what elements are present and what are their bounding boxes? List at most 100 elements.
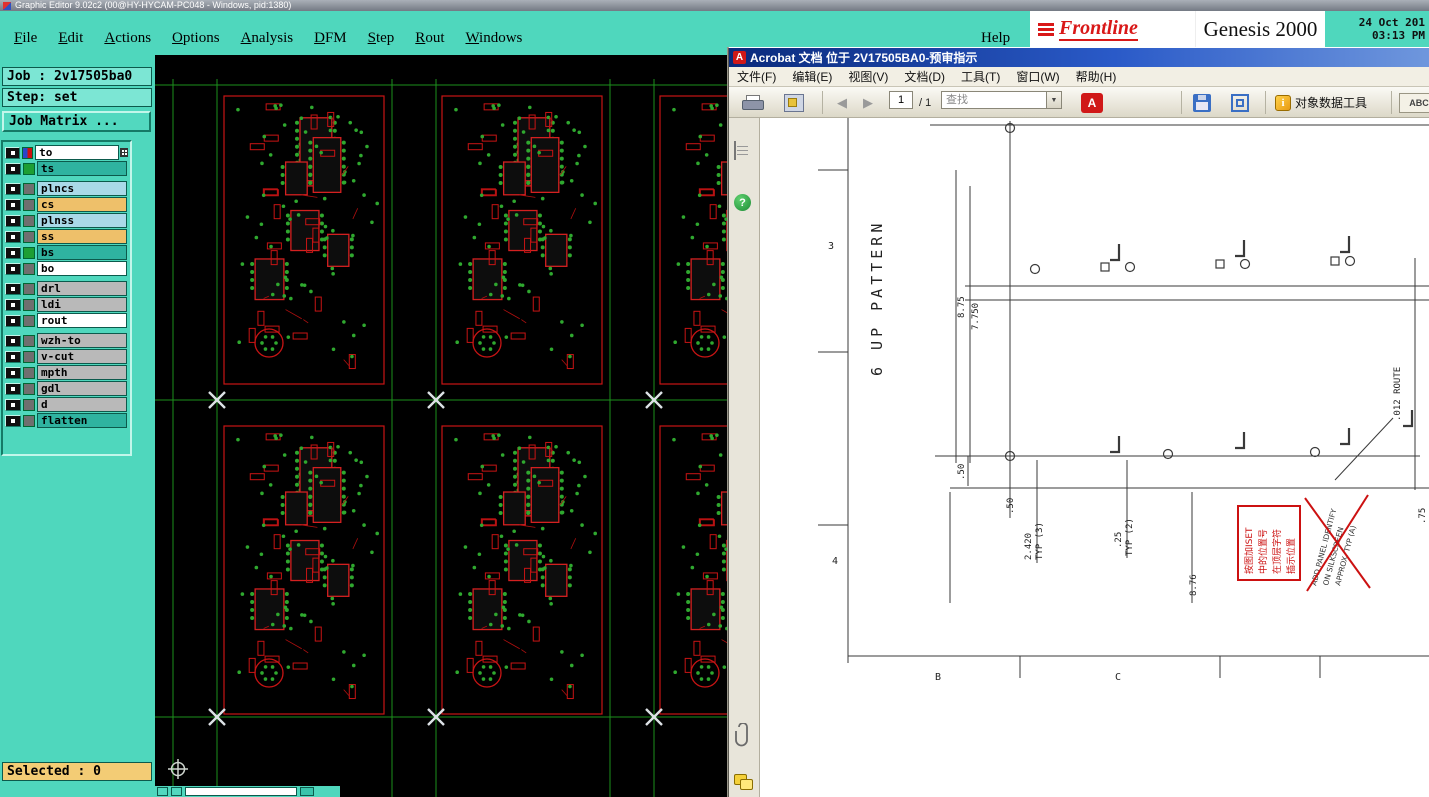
acrobat-title-bar[interactable]: A Acrobat 文档 位于 2V17505BA0-预审指示 bbox=[729, 48, 1429, 67]
layer-color-chip[interactable] bbox=[23, 414, 35, 427]
page-total-label: / 1 bbox=[919, 96, 932, 109]
acrobat-menu-f[interactable]: 文件(F) bbox=[729, 67, 784, 87]
acrobat-menu-v[interactable]: 视图(V) bbox=[840, 67, 896, 87]
layer-name-ts[interactable]: ts bbox=[37, 161, 127, 176]
layer-color-chip[interactable] bbox=[23, 198, 35, 211]
layer-visibility-toggle[interactable] bbox=[5, 198, 21, 211]
acrobat-tools-button[interactable]: A bbox=[1081, 91, 1103, 114]
genesis-menu-rout[interactable]: Rout bbox=[415, 30, 444, 47]
matrix-mini-icon[interactable] bbox=[119, 148, 128, 157]
print-button[interactable] bbox=[741, 91, 765, 114]
layer-color-chip[interactable] bbox=[23, 398, 35, 411]
layer-name-wzh-to[interactable]: wzh-to bbox=[37, 333, 127, 348]
layer-name-ldi[interactable]: ldi bbox=[37, 297, 127, 312]
layer-visibility-toggle[interactable] bbox=[5, 398, 21, 411]
layer-matrix-list: to ts plncs cs plnss ss bs bo drl ldi rout wzh-to v-… bbox=[1, 140, 132, 456]
layer-name-gdl[interactable]: gdl bbox=[37, 381, 127, 396]
genesis-menu-edit[interactable]: Edit bbox=[58, 30, 83, 47]
layer-visibility-toggle[interactable] bbox=[5, 282, 21, 295]
layer-visibility-toggle[interactable] bbox=[5, 246, 21, 259]
layer-color-chip[interactable] bbox=[23, 230, 35, 243]
layer-row-drl: drl bbox=[5, 281, 128, 296]
status-toggle-b[interactable] bbox=[171, 787, 182, 796]
acrobat-menu-w[interactable]: 窗口(W) bbox=[1008, 67, 1067, 87]
layer-color-chip[interactable] bbox=[23, 246, 35, 259]
next-page-button[interactable]: ▶ bbox=[857, 91, 879, 114]
genesis-menu-file[interactable]: File bbox=[14, 30, 37, 47]
job-matrix-button[interactable]: Job Matrix ... bbox=[2, 111, 151, 132]
genesis-menu-step[interactable]: Step bbox=[368, 30, 395, 47]
layer-color-chip[interactable] bbox=[21, 146, 34, 159]
layer-visibility-toggle[interactable] bbox=[5, 414, 21, 427]
acrobat-menu-d[interactable]: 文档(D) bbox=[896, 67, 953, 87]
genesis-product-name: Genesis 2000 bbox=[1196, 11, 1325, 47]
genesis-title-bar[interactable]: Graphic Editor 9.02c2 (00@HY-HYCAM-PC048… bbox=[0, 0, 1429, 11]
layer-name-flatten[interactable]: flatten bbox=[37, 413, 127, 428]
layer-visibility-toggle[interactable] bbox=[5, 214, 21, 227]
layer-color-chip[interactable] bbox=[23, 314, 35, 327]
layer-color-chip[interactable] bbox=[23, 214, 35, 227]
layer-color-chip[interactable] bbox=[23, 162, 35, 175]
find-input[interactable] bbox=[941, 91, 1047, 109]
layer-color-chip[interactable] bbox=[23, 366, 35, 379]
genesis-menu-actions[interactable]: Actions bbox=[104, 30, 151, 47]
layer-visibility-toggle[interactable] bbox=[5, 350, 21, 363]
layer-name-mpth[interactable]: mpth bbox=[37, 365, 127, 380]
layer-color-chip[interactable] bbox=[23, 382, 35, 395]
pages-panel-button[interactable] bbox=[734, 141, 748, 160]
fullscreen-button[interactable] bbox=[1231, 91, 1249, 114]
status-input[interactable] bbox=[185, 787, 297, 796]
layer-color-chip[interactable] bbox=[23, 262, 35, 275]
status-button[interactable] bbox=[300, 787, 314, 796]
layer-color-chip[interactable] bbox=[23, 182, 35, 195]
layer-name-ss[interactable]: ss bbox=[37, 229, 127, 244]
acrobat-menu-h[interactable]: 帮助(H) bbox=[1068, 67, 1125, 87]
layer-visibility-toggle[interactable] bbox=[5, 162, 21, 175]
layer-visibility-toggle[interactable] bbox=[5, 262, 21, 275]
layer-row-wzh-to: wzh-to bbox=[5, 333, 128, 348]
genesis-menu-windows[interactable]: Windows bbox=[465, 30, 522, 47]
layer-color-chip[interactable] bbox=[23, 298, 35, 311]
layer-visibility-toggle[interactable] bbox=[5, 382, 21, 395]
help-button[interactable]: ? bbox=[734, 194, 751, 211]
layer-name-plncs[interactable]: plncs bbox=[37, 181, 127, 196]
layer-row-flatten: flatten bbox=[5, 413, 128, 428]
layer-name-plnss[interactable]: plnss bbox=[37, 213, 127, 228]
save-button[interactable] bbox=[1193, 91, 1211, 114]
acrobat-menu-t[interactable]: 工具(T) bbox=[953, 67, 1008, 87]
genesis-menu-options[interactable]: Options bbox=[172, 30, 220, 47]
page-number-input[interactable] bbox=[889, 91, 913, 109]
layer-name-d[interactable]: d bbox=[37, 397, 127, 412]
object-data-tool-button[interactable]: i 对象数据工具 bbox=[1275, 91, 1367, 114]
layer-name-bo[interactable]: bo bbox=[37, 261, 127, 276]
genesis-canvas[interactable] bbox=[155, 55, 728, 797]
layer-visibility-toggle[interactable] bbox=[5, 314, 21, 327]
save-disk-icon bbox=[1193, 93, 1211, 112]
layer-name-bs[interactable]: bs bbox=[37, 245, 127, 260]
layer-visibility-toggle[interactable] bbox=[5, 366, 21, 379]
status-toggle-a[interactable] bbox=[157, 787, 168, 796]
genesis-menu-dfm[interactable]: DFM bbox=[314, 30, 347, 47]
layer-visibility-toggle[interactable] bbox=[5, 334, 21, 347]
layer-name-to[interactable]: to bbox=[35, 145, 119, 160]
layer-name-cs[interactable]: cs bbox=[37, 197, 127, 212]
export-button[interactable] bbox=[784, 91, 804, 114]
acrobat-menu-e[interactable]: 编辑(E) bbox=[784, 67, 840, 87]
previous-page-button[interactable]: ◀ bbox=[831, 91, 853, 114]
layer-color-chip[interactable] bbox=[23, 350, 35, 363]
layer-visibility-toggle[interactable] bbox=[5, 230, 21, 243]
attachments-panel-button[interactable] bbox=[734, 722, 752, 752]
layer-name-rout[interactable]: rout bbox=[37, 313, 127, 328]
layer-visibility-toggle[interactable] bbox=[5, 146, 20, 159]
layer-color-chip[interactable] bbox=[23, 334, 35, 347]
layer-name-v-cut[interactable]: v-cut bbox=[37, 349, 127, 364]
genesis-menu-analysis[interactable]: Analysis bbox=[241, 30, 294, 47]
chevron-down-icon: ▼ bbox=[1050, 96, 1058, 104]
find-dropdown-button[interactable]: ▼ bbox=[1047, 91, 1062, 109]
layer-color-chip[interactable] bbox=[23, 282, 35, 295]
layer-visibility-toggle[interactable] bbox=[5, 182, 21, 195]
spellcheck-button[interactable]: ABC bbox=[1399, 91, 1429, 114]
layer-name-drl[interactable]: drl bbox=[37, 281, 127, 296]
layer-visibility-toggle[interactable] bbox=[5, 298, 21, 311]
pdf-page[interactable]: 6 UP PATTERN 3 4 B C 8.75 7.750 .50 .50 … bbox=[760, 118, 1429, 797]
